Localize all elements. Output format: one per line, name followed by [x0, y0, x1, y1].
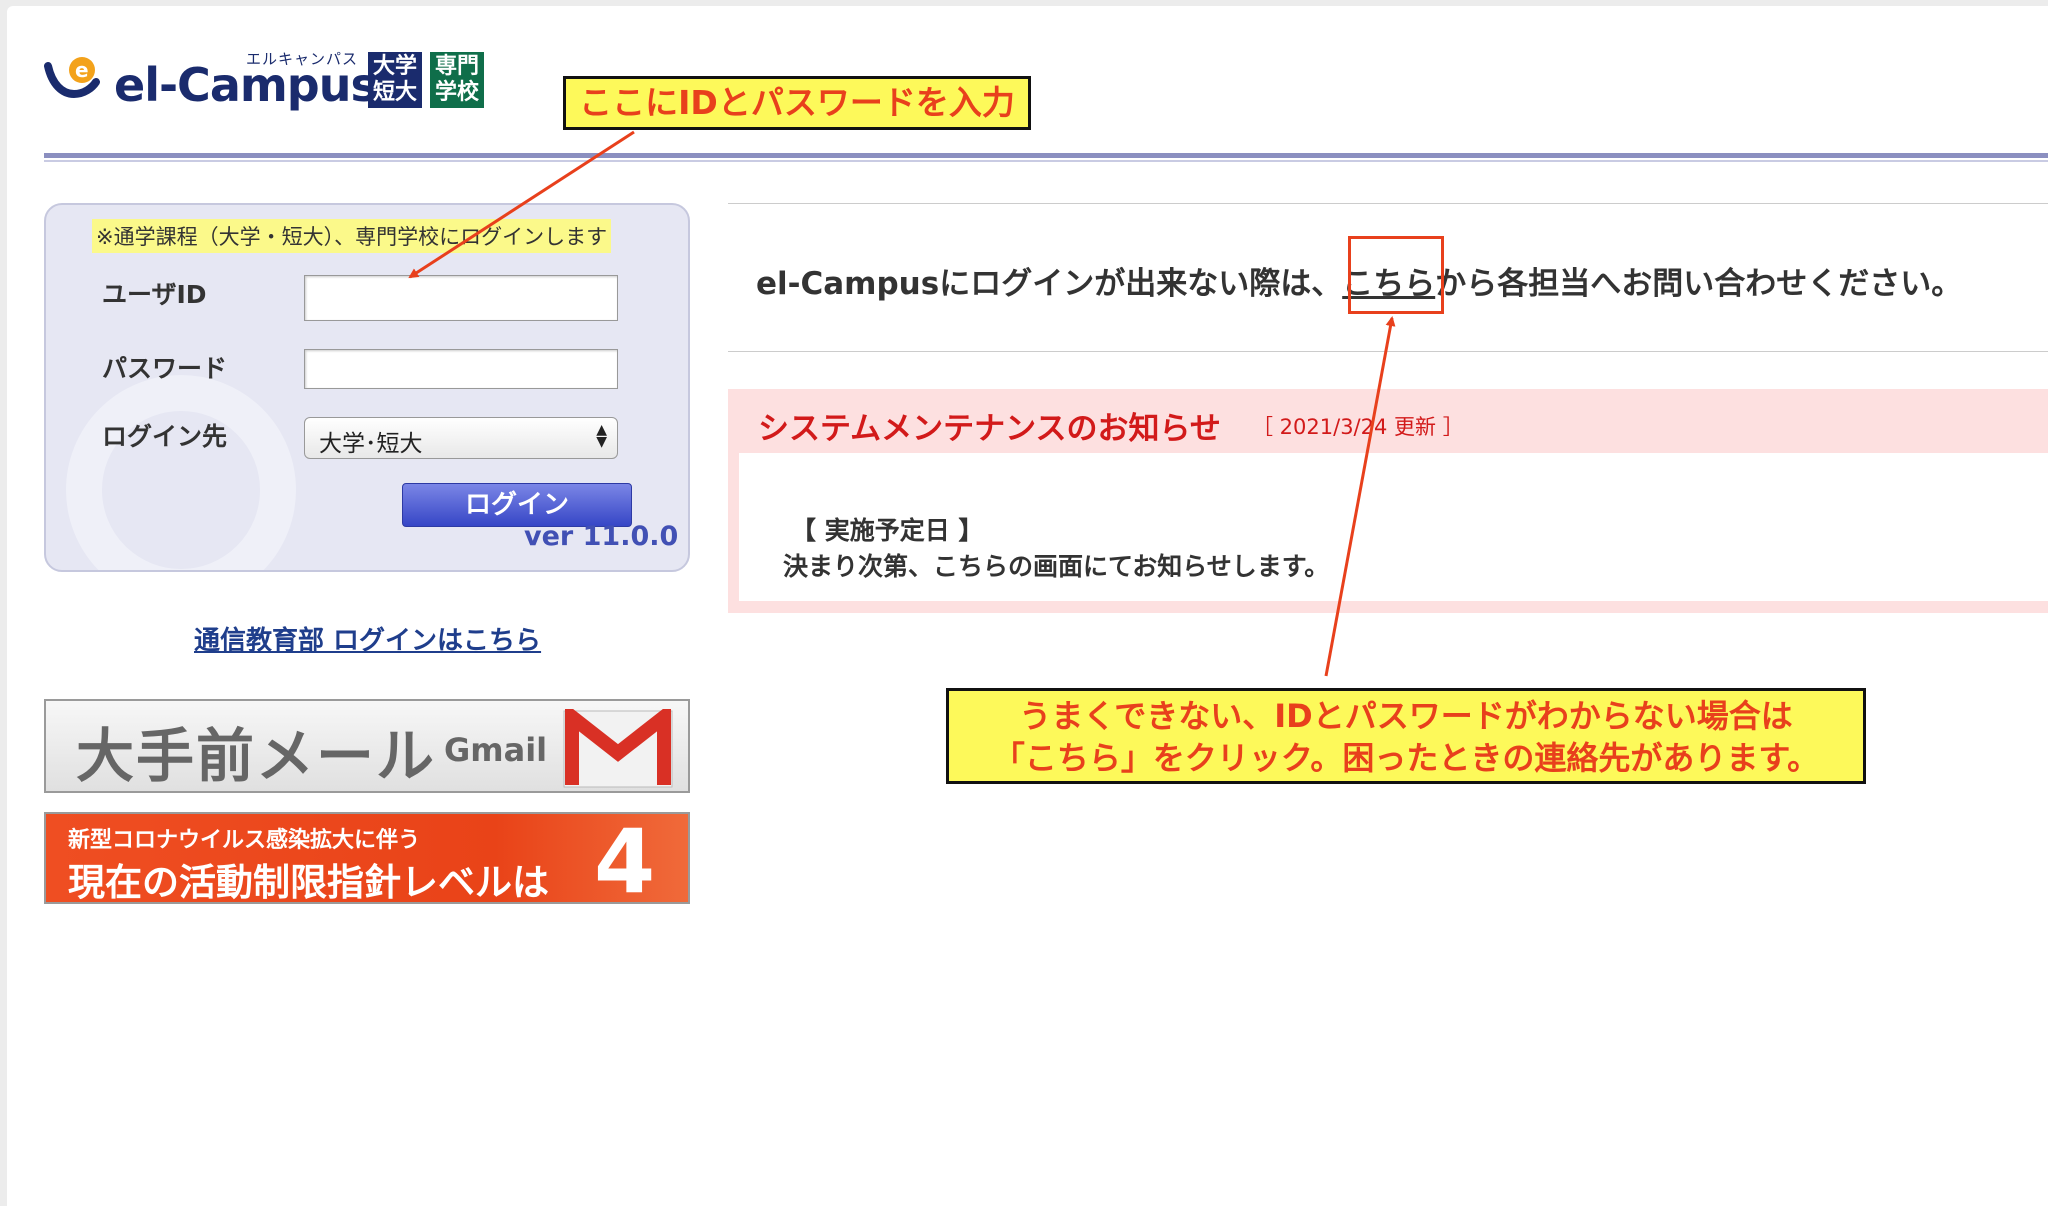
- mail-banner-title: 大手前メール: [76, 722, 437, 790]
- contact-suffix: から各担当へお問い合わせください。: [1435, 266, 1963, 302]
- svg-text:e: e: [75, 58, 89, 82]
- maintenance-body: 決まり次第、こちらの画面にてお知らせします。: [783, 552, 1330, 581]
- annotation-callout-login: ここにIDとパスワードを入力: [563, 76, 1031, 130]
- annotation-callout-help-line2: 「こちら」をクリック。困ったときの連絡先があります。: [992, 739, 1820, 777]
- login-note: ※通学課程（大学・短大）、専門学校にログインします: [92, 219, 612, 253]
- maintenance-notice: システムメンテナンスのお知らせ ［ 2021/3/24 更新 ］ 【 実施予定日…: [728, 389, 2048, 613]
- logo-text: el-Campus: [114, 58, 378, 112]
- login-target-value: 大学･短大: [319, 431, 423, 457]
- userid-input[interactable]: [304, 275, 618, 321]
- password-input[interactable]: [304, 349, 618, 389]
- logo-badge-university: 大学 短大: [368, 52, 422, 108]
- logo-badge-vocational: 専門 学校: [430, 52, 484, 108]
- covid-banner-subtitle: 新型コロナウイルス感染拡大に伴う: [68, 828, 421, 853]
- select-arrows-icon: ▲ ▼: [596, 422, 607, 450]
- annotation-callout-help-line1: うまくできない、IDとパスワードがわからない場合は: [1019, 697, 1793, 735]
- login-form: ※通学課程（大学・短大）、専門学校にログインします ユーザID パスワード ログ…: [44, 203, 690, 572]
- otemae-mail-banner[interactable]: 大手前メール Gmail: [44, 699, 690, 793]
- mail-banner-gmail: Gmail: [444, 731, 548, 769]
- maintenance-title: システムメンテナンスのお知らせ: [758, 411, 1221, 447]
- userid-label: ユーザID: [102, 280, 207, 309]
- annotation-callout-help: うまくできない、IDとパスワードがわからない場合は 「こちら」をクリック。困った…: [946, 688, 1866, 784]
- contact-divider-top: [728, 203, 2048, 204]
- login-watermark-logo: [66, 375, 296, 570]
- contact-prefix: el-Campusにログインが出来ない際は、: [756, 266, 1343, 302]
- covid-level-banner[interactable]: 新型コロナウイルス感染拡大に伴う 現在の活動制限指針レベルは 4: [44, 810, 690, 913]
- version-label: ver 11.0.0: [524, 521, 679, 552]
- el-campus-mark-icon: e: [44, 57, 100, 99]
- covid-banner-title: 現在の活動制限指針レベルは: [68, 861, 549, 904]
- maintenance-body-box: 【 実施予定日 】 決まり次第、こちらの画面にてお知らせします。: [739, 453, 2048, 601]
- el-campus-logo[interactable]: e エルキャンパス el-Campus 大学 短大 専門 学校: [44, 48, 504, 112]
- maintenance-heading: 【 実施予定日 】: [791, 516, 984, 545]
- annotation-highlight-link: [1348, 236, 1444, 314]
- login-target-select[interactable]: 大学･短大 ▲ ▼: [304, 417, 618, 459]
- gmail-icon: [563, 709, 673, 788]
- header-divider: [44, 153, 2048, 158]
- tsushin-login-link[interactable]: 通信教育部 ログインはこちら: [194, 620, 541, 657]
- password-label: パスワード: [102, 354, 228, 383]
- header-divider-light: [44, 160, 2048, 162]
- maintenance-date: ［ 2021/3/24 更新 ］: [1252, 415, 1464, 439]
- covid-level-number: 4: [594, 810, 656, 913]
- login-target-label: ログイン先: [102, 422, 228, 451]
- contact-divider-bottom: [728, 351, 2048, 352]
